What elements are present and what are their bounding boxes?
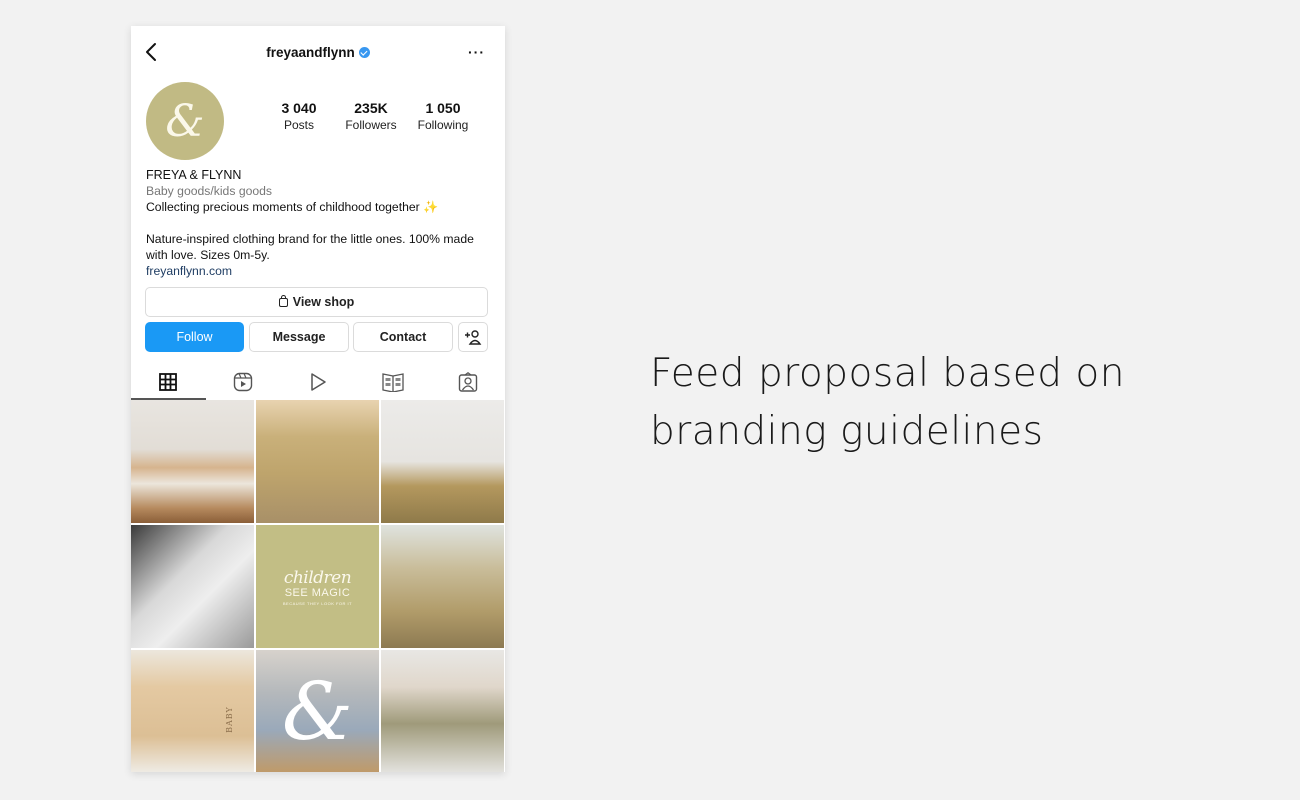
view-shop-button[interactable]: View shop [145,287,488,317]
tab-guides[interactable] [355,364,430,400]
grid-icon [159,373,178,391]
display-name: FREYA & FLYNN [146,168,242,182]
baby-box-label: BABY [224,706,234,733]
message-button[interactable]: Message [249,322,349,352]
ampersand-logo: & [281,665,354,758]
post-tile-laughing-child[interactable] [381,400,504,523]
post-tile-mother-baby[interactable] [131,525,254,648]
play-icon [311,373,326,391]
stat-posts[interactable]: 3 040 Posts [271,100,327,132]
profile-username: freyaandflynn [131,45,505,60]
post-tile-beach-girls[interactable] [256,400,379,523]
category-label: Baby goods/kids goods [146,184,273,198]
verified-badge-icon [358,47,370,58]
sparkles-icon: ✨ [423,200,439,214]
avatar[interactable]: & [146,82,224,160]
post-tile-toddlers-grass[interactable] [381,525,504,648]
more-options-icon[interactable]: ··· [468,44,485,60]
tab-grid[interactable] [131,364,206,400]
reels-icon [233,372,253,392]
post-tile-quote[interactable]: children SEE MAGIC BECAUSE THEY LOOK FOR… [256,525,379,648]
add-person-icon [465,330,482,345]
follow-button[interactable]: Follow [145,322,244,352]
website-link[interactable]: freyanflynn.com [146,263,485,279]
quote-subtitle: SEE MAGIC [284,586,351,599]
profile-stats: 3 040 Posts 235K Followers 1 050 Followi… [271,100,487,132]
post-grid: children SEE MAGIC BECAUSE THEY LOOK FOR… [131,400,505,772]
top-bar: freyaandflynn ··· [131,26,505,80]
slide-caption: Feed proposal based on branding guidelin… [650,351,1126,454]
tab-tagged[interactable] [430,364,505,400]
tab-videos[interactable] [281,364,356,400]
stat-following[interactable]: 1 050 Following [415,100,471,132]
post-tile-baby-sleepsuit[interactable] [381,650,504,772]
tagged-person-icon [458,372,477,392]
guide-book-icon [382,373,404,392]
instagram-profile-mockup: freyaandflynn ··· & 3 040 Posts 235K Fol… [131,26,505,772]
bio-line-2: Nature-inspired clothing brand for the l… [146,232,474,262]
profile-tabs [131,364,505,400]
bio-line-1: Collecting precious moments of childhood… [146,200,439,214]
quote-title: children [283,567,352,588]
post-tile-children-logo[interactable]: & [256,650,379,772]
tab-reels[interactable] [206,364,281,400]
profile-bio: FREYA & FLYNN Baby goods/kids goods Coll… [146,167,485,279]
shopping-bag-icon [278,294,288,307]
contact-button[interactable]: Contact [353,322,453,352]
stat-followers[interactable]: 235K Followers [343,100,399,132]
add-user-button[interactable] [458,322,488,352]
post-tile-sweaters[interactable] [131,400,254,523]
post-tile-baby-box[interactable]: BABY [131,650,254,772]
quote-tagline: BECAUSE THEY LOOK FOR IT [282,600,353,606]
